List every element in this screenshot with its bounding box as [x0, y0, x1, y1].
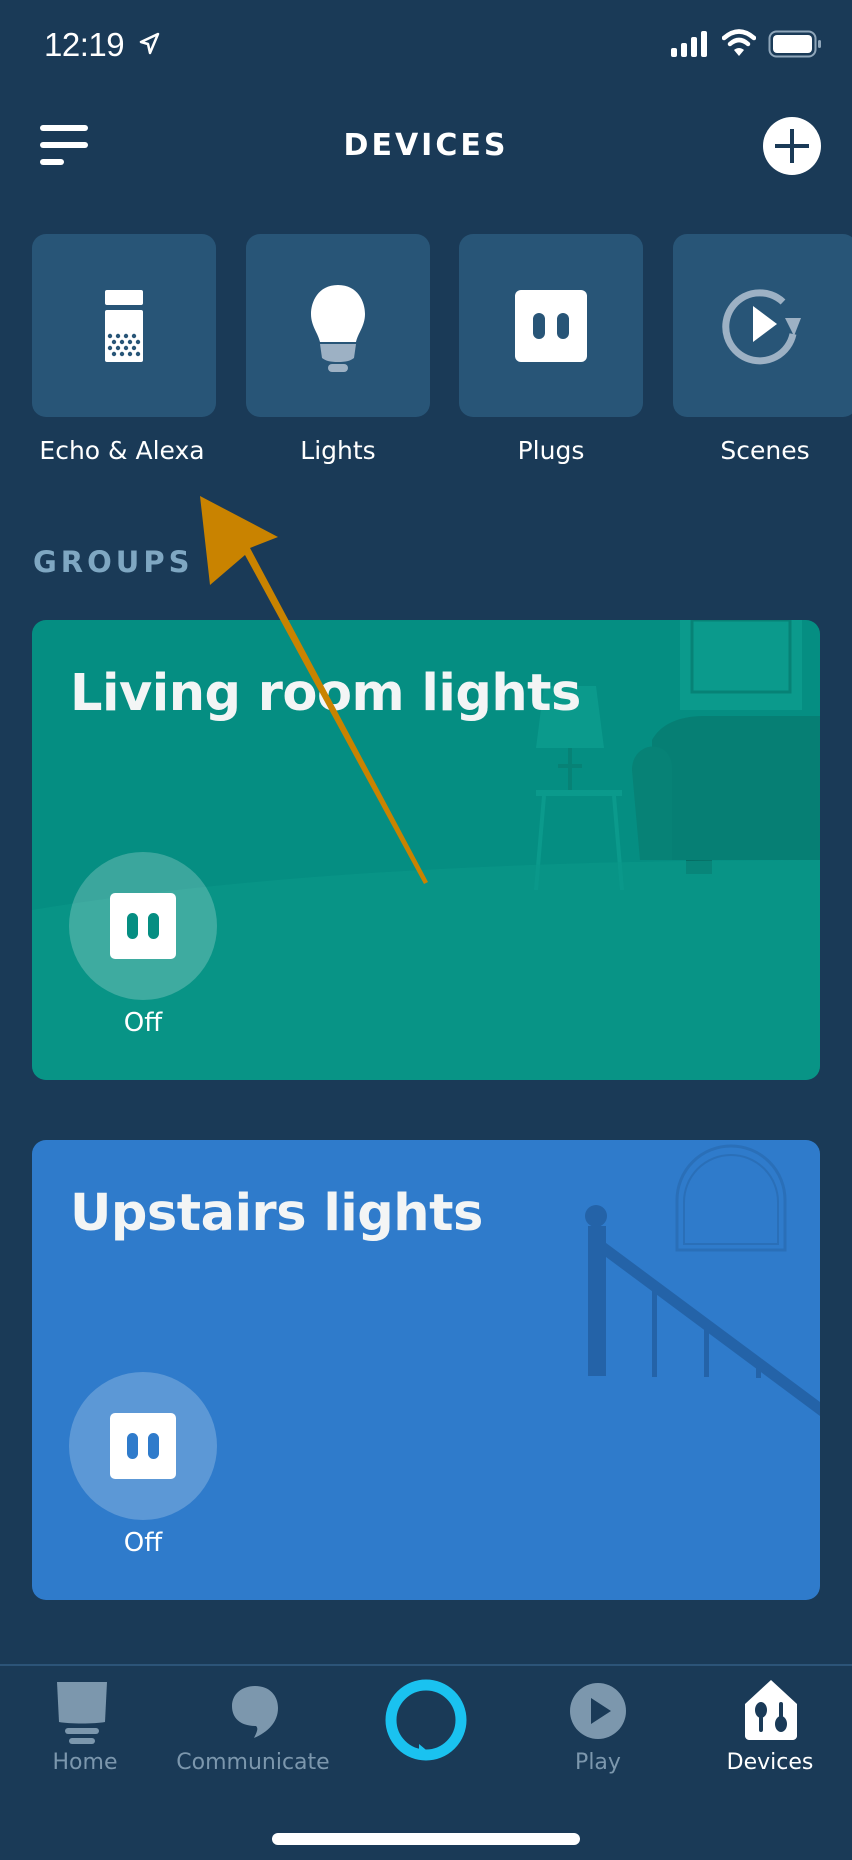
- category-tile-scenes[interactable]: [673, 234, 852, 417]
- nav-label-communicate: Communicate: [176, 1750, 330, 1775]
- category-tile-plugs[interactable]: [459, 234, 643, 417]
- home-indicator[interactable]: [272, 1833, 580, 1845]
- wifi-icon: [722, 29, 756, 56]
- plug-icon: [110, 1413, 176, 1479]
- battery-icon: [768, 30, 821, 58]
- devices-house-icon: [745, 1680, 797, 1740]
- group-title: Living room lights: [70, 664, 581, 723]
- location-arrow-icon: [139, 32, 160, 55]
- page-title: DEVICES: [343, 128, 509, 163]
- group-power-toggle[interactable]: [69, 1372, 217, 1520]
- nav-label-devices: Devices: [726, 1750, 814, 1775]
- category-label: Scenes: [720, 436, 810, 465]
- category-label: Echo & Alexa: [39, 436, 205, 465]
- nav-item-alexa[interactable]: [370, 1672, 480, 1772]
- scenes-play-icon: [722, 289, 801, 365]
- cellular-signal-icon: [671, 31, 707, 57]
- groups-heading: GROUPS: [33, 545, 194, 579]
- category-tile-lights[interactable]: [246, 234, 430, 417]
- home-icon: [57, 1682, 107, 1744]
- nav-label-play: Play: [575, 1750, 621, 1775]
- category-label: Plugs: [517, 436, 585, 465]
- plug-icon: [110, 893, 176, 959]
- speech-bubble-icon: [232, 1686, 278, 1738]
- category-tile-echo-alexa[interactable]: [32, 234, 216, 417]
- group-card-living-room[interactable]: Living room lights Off: [32, 620, 820, 1080]
- status-time: 12:19: [44, 26, 125, 63]
- group-state-label: Off: [123, 1528, 163, 1558]
- alexa-ring-icon: [385, 1679, 467, 1761]
- echo-speaker-icon: [105, 290, 143, 362]
- group-power-toggle[interactable]: [69, 852, 217, 1000]
- add-device-button[interactable]: [763, 117, 821, 175]
- group-card-upstairs[interactable]: Upstairs lights Off: [32, 1140, 820, 1600]
- light-bulb-icon: [311, 285, 365, 372]
- category-label: Lights: [300, 436, 376, 465]
- group-state-label: Off: [123, 1008, 163, 1038]
- nav-label-home: Home: [52, 1750, 118, 1775]
- play-icon: [570, 1683, 626, 1739]
- plug-icon: [515, 290, 587, 362]
- group-title: Upstairs lights: [70, 1184, 483, 1243]
